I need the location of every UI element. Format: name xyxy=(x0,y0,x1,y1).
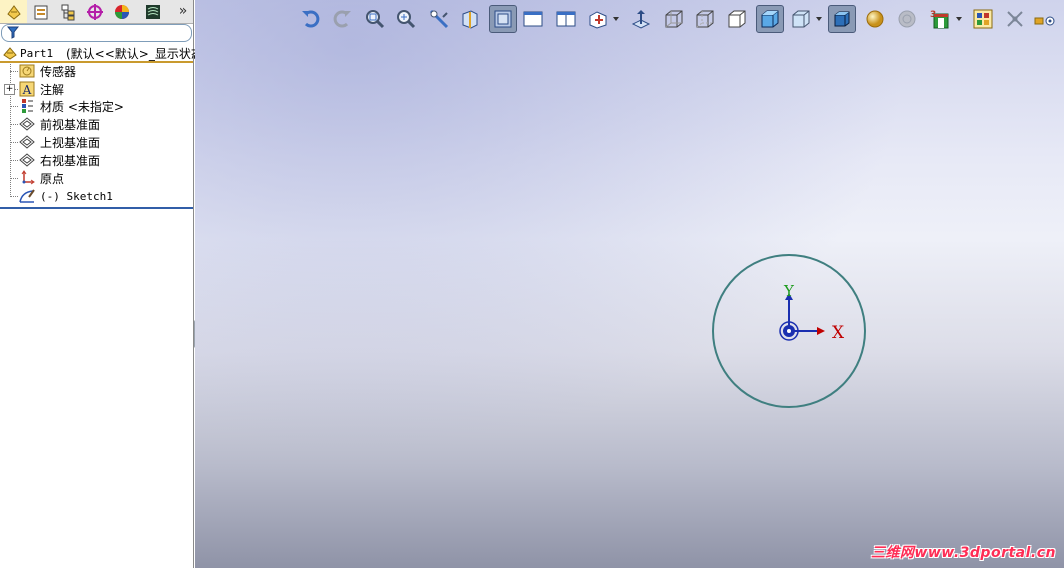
sketch-canvas[interactable]: X Y xyxy=(195,0,1064,568)
tree-item-label: 右视基准面 xyxy=(40,153,101,168)
origin-icon xyxy=(19,170,35,186)
y-axis-label: Y xyxy=(783,282,795,300)
display-manager-tab-icon xyxy=(113,3,131,21)
configuration-manager-tab-icon xyxy=(59,3,77,21)
tree-item-material[interactable]: 材质 <未指定> xyxy=(0,97,193,115)
more-tabs-button[interactable]: » xyxy=(173,1,193,21)
feature-manager-panel: » Part1 (默认<<默认>_显示状态 传感器 + A 注解 材质 <未指定… xyxy=(0,0,203,568)
tree-item-label: 前视基准面 xyxy=(40,117,101,132)
graphics-area[interactable]: 3 X Y 三维网www.3dportal.cn xyxy=(195,0,1064,568)
svg-text:A: A xyxy=(22,83,32,97)
sketch-icon xyxy=(19,188,35,204)
feature-manager-tab[interactable] xyxy=(0,0,27,23)
tree-item-front-plane[interactable]: 前视基准面 xyxy=(0,115,193,133)
tree-item-label: 材质 <未指定> xyxy=(40,99,124,114)
tree-item-label: 上视基准面 xyxy=(40,135,101,150)
sensor-folder-icon xyxy=(19,63,35,79)
configuration-manager-tab[interactable] xyxy=(54,0,81,23)
tree-root-name: Part1 xyxy=(20,46,54,60)
property-manager-tab-icon xyxy=(32,3,50,21)
tree-root-config: (默认<<默认>_显示状态 xyxy=(66,46,203,61)
tree-item-annotations[interactable]: + A 注解 xyxy=(0,80,193,98)
property-manager-tab[interactable] xyxy=(27,0,54,23)
material-icon xyxy=(19,98,35,114)
display-manager-tab[interactable] xyxy=(108,0,135,23)
layer-tab-icon xyxy=(144,3,162,21)
part-icon xyxy=(2,45,18,61)
plane-icon xyxy=(19,116,35,132)
x-axis-label: X xyxy=(832,323,845,343)
tree-item-top-plane[interactable]: 上视基准面 xyxy=(0,133,193,151)
dimxpert-manager-tab[interactable] xyxy=(81,0,108,23)
annotations-icon: A xyxy=(19,81,35,97)
watermark-text: 三维网www.3dportal.cn xyxy=(870,545,1056,561)
tree-item-right-plane[interactable]: 右视基准面 xyxy=(0,151,193,169)
plane-icon xyxy=(19,152,35,168)
filter-funnel-icon xyxy=(6,26,20,42)
tree-item-label: 注解 xyxy=(40,82,65,97)
layer-tab[interactable] xyxy=(139,0,166,23)
feature-manager-tab-icon xyxy=(5,3,23,21)
tree-item-sensors[interactable]: 传感器 xyxy=(0,62,193,80)
dimxpert-manager-tab-icon xyxy=(86,3,104,21)
tree-filter-input[interactable] xyxy=(1,24,192,42)
tree-root-part[interactable]: Part1 (默认<<默认>_显示状态 xyxy=(0,44,203,62)
x-axis-arrow xyxy=(817,327,825,335)
tree-item-label: (-) Sketch1 xyxy=(40,189,113,203)
tree-item-label: 原点 xyxy=(40,171,65,186)
tree-item-label: 传感器 xyxy=(40,64,77,79)
tree-item-sketch1[interactable]: (-) Sketch1 xyxy=(0,187,193,205)
tree-rollback-bar[interactable] xyxy=(0,207,193,209)
panel-tab-bar: » xyxy=(0,0,193,24)
tree-item-origin[interactable]: 原点 xyxy=(0,169,193,187)
plane-icon xyxy=(19,134,35,150)
